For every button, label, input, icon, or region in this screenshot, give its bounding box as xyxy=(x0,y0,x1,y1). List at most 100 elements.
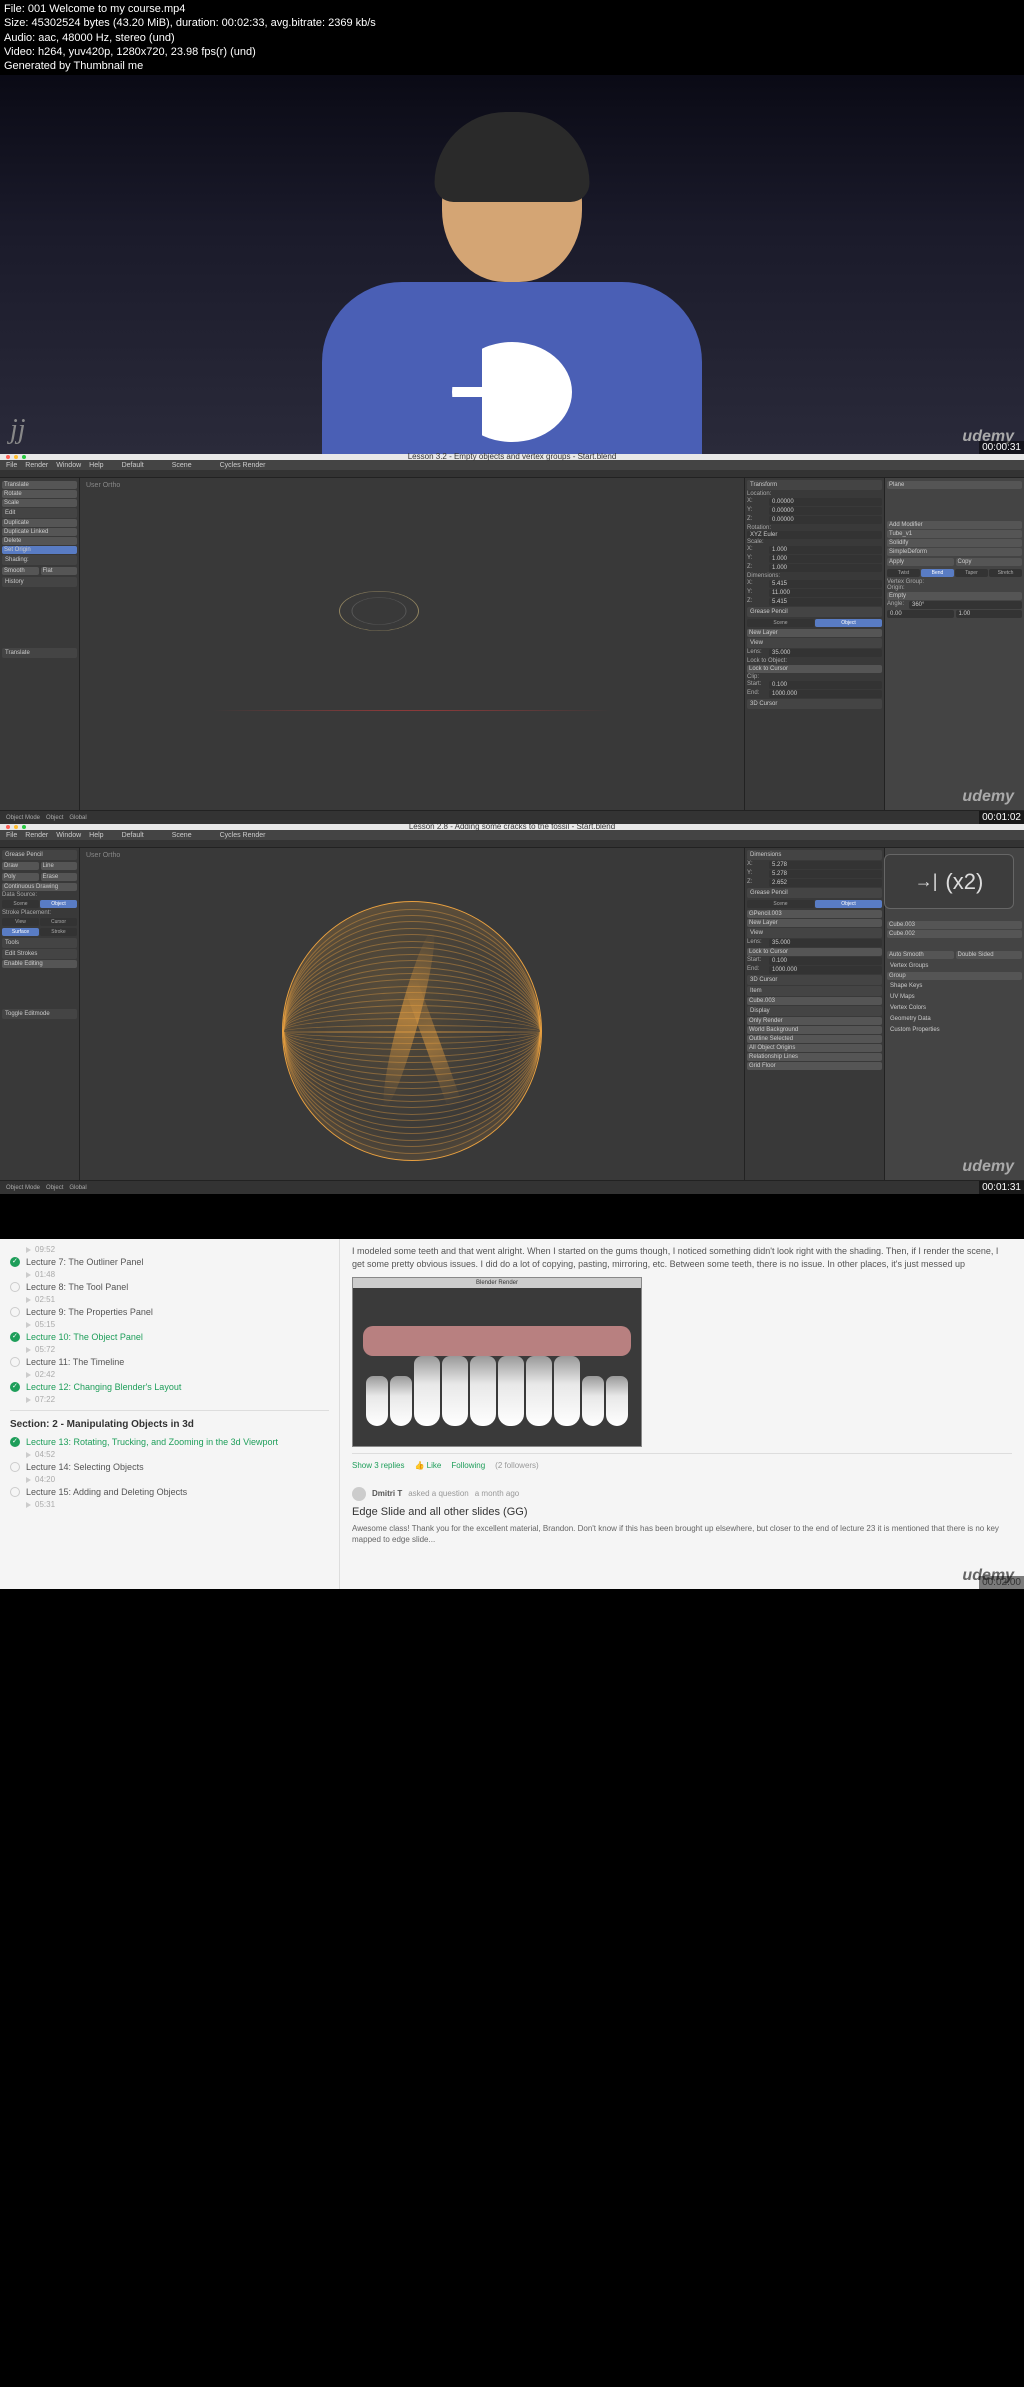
object-tab[interactable]: Object xyxy=(815,619,882,627)
copy-button[interactable]: Copy xyxy=(956,558,1023,566)
loc-x[interactable]: 0.00000 xyxy=(769,498,882,506)
dim-x[interactable]: 5.278 xyxy=(769,861,882,869)
lecture-item[interactable]: Lecture 7: The Outliner Panel xyxy=(10,1254,329,1270)
like-button[interactable]: Like xyxy=(427,1461,442,1470)
object-mode-selector[interactable]: Object Mode xyxy=(6,815,40,821)
geometry-data-header[interactable]: Geometry Data xyxy=(887,1014,1022,1024)
lecture-item[interactable]: Lecture 9: The Properties Panel xyxy=(10,1304,329,1320)
lecture-item[interactable]: Lecture 14: Selecting Objects xyxy=(10,1459,329,1475)
surface-tab[interactable]: Surface xyxy=(2,928,39,936)
outliner-cube1[interactable]: Cube.003 xyxy=(887,921,1022,929)
orientation[interactable]: Global xyxy=(69,1185,86,1191)
object-mode-selector[interactable]: Object Mode xyxy=(6,1185,40,1191)
clip-end[interactable]: 1000.000 xyxy=(769,690,882,698)
object-menu[interactable]: Object xyxy=(46,815,63,821)
menu-file[interactable]: File xyxy=(6,832,17,839)
gpencil-data[interactable]: GPencil.003 xyxy=(747,910,882,918)
bend-tab[interactable]: Bend xyxy=(921,569,954,577)
erase-button[interactable]: Erase xyxy=(41,873,78,881)
clip-start[interactable]: 0.100 xyxy=(769,681,882,689)
new-layer-button[interactable]: New Layer xyxy=(747,919,882,927)
scale-button[interactable]: Scale xyxy=(2,499,77,507)
scene-tab[interactable]: Scene xyxy=(747,900,814,908)
clip-end[interactable]: 1000.000 xyxy=(769,966,882,974)
menu-file[interactable]: File xyxy=(6,462,17,469)
lecture-item[interactable]: Lecture 13: Rotating, Trucking, and Zoom… xyxy=(10,1434,329,1450)
continuous-checkbox[interactable]: Continuous Drawing xyxy=(2,883,77,891)
scene-selector[interactable]: Scene xyxy=(172,462,192,469)
double-sided[interactable]: Double Sided xyxy=(956,951,1023,959)
relationship-check[interactable]: Relationship Lines xyxy=(747,1053,882,1061)
new-layer-button[interactable]: New Layer xyxy=(747,629,882,637)
clip-start[interactable]: 0.100 xyxy=(769,957,882,965)
maximize-icon[interactable] xyxy=(22,825,26,829)
enable-editing[interactable]: Enable Editing xyxy=(2,960,77,968)
outliner-plane[interactable]: Plane xyxy=(887,481,1022,489)
close-icon[interactable] xyxy=(6,825,10,829)
group-item[interactable]: Group xyxy=(887,972,1022,980)
view-header[interactable]: View xyxy=(747,928,882,938)
scene-selector[interactable]: Scene xyxy=(172,832,192,839)
rotate-button[interactable]: Rotate xyxy=(2,490,77,498)
grease-header[interactable]: Grease Pencil xyxy=(747,888,882,898)
angle-val[interactable]: 360° xyxy=(909,601,1022,609)
minimize-icon[interactable] xyxy=(14,455,18,459)
maximize-icon[interactable] xyxy=(22,455,26,459)
minimize-icon[interactable] xyxy=(14,825,18,829)
duplicate-linked-button[interactable]: Duplicate Linked xyxy=(2,528,77,536)
shape-keys-header[interactable]: Shape Keys xyxy=(887,981,1022,991)
menu-render[interactable]: Render xyxy=(25,832,48,839)
orientation[interactable]: Global xyxy=(69,815,86,821)
toggle-editmode[interactable]: Toggle Editmode xyxy=(2,1009,77,1019)
dim-z[interactable]: 2.652 xyxy=(769,879,882,887)
set-origin-button[interactable]: Set Origin xyxy=(2,546,77,554)
outliner-cube2[interactable]: Cube.002 xyxy=(887,930,1022,938)
menu-window[interactable]: Window xyxy=(56,462,81,469)
transform-header[interactable]: Transform xyxy=(747,480,882,490)
scene-tab[interactable]: Scene xyxy=(747,619,814,627)
layout-selector[interactable]: Default xyxy=(122,832,144,839)
duplicate-button[interactable]: Duplicate xyxy=(2,519,77,527)
show-replies-link[interactable]: Show 3 replies xyxy=(352,1460,404,1471)
3d-viewport[interactable]: User Ortho xyxy=(80,478,744,810)
lecture-item[interactable]: Lecture 15: Adding and Deleting Objects xyxy=(10,1484,329,1500)
flat-button[interactable]: Flat xyxy=(41,567,78,575)
world-bg-check[interactable]: World Background xyxy=(747,1026,882,1034)
taper-tab[interactable]: Taper xyxy=(955,569,988,577)
menu-help[interactable]: Help xyxy=(89,462,103,469)
loc-y[interactable]: 0.00000 xyxy=(769,507,882,515)
scale-z[interactable]: 1.000 xyxy=(769,564,882,572)
object-tab[interactable]: Object xyxy=(815,900,882,908)
rot-mode[interactable]: XYZ Euler xyxy=(747,531,882,539)
layout-selector[interactable]: Default xyxy=(122,462,144,469)
only-render-check[interactable]: Only Render xyxy=(747,1017,882,1025)
translate-button[interactable]: Translate xyxy=(2,481,77,489)
lock-cursor[interactable]: Lock to Cursor xyxy=(747,948,882,956)
lecture-item[interactable]: Lecture 12: Changing Blender's Layout xyxy=(10,1379,329,1395)
dim-y[interactable]: 5.278 xyxy=(769,870,882,878)
vertex-groups-header[interactable]: Vertex Groups xyxy=(887,961,1022,971)
lecture-item[interactable]: Lecture 11: The Timeline xyxy=(10,1354,329,1370)
following-button[interactable]: Following xyxy=(451,1460,485,1471)
render-engine[interactable]: Cycles Render xyxy=(220,832,266,839)
section-header[interactable]: Section: 2 - Manipulating Objects in 3d xyxy=(10,1410,329,1434)
apply-button[interactable]: Apply xyxy=(887,558,954,566)
cursor-tab[interactable]: Cursor xyxy=(40,918,77,926)
menu-render[interactable]: Render xyxy=(25,462,48,469)
close-icon[interactable] xyxy=(6,455,10,459)
dim-x[interactable]: 5.415 xyxy=(769,580,882,588)
item-header[interactable]: Item xyxy=(747,986,882,996)
limit-high[interactable]: 1.00 xyxy=(956,610,1023,618)
grease-pencil-header[interactable]: Grease Pencil xyxy=(747,607,882,617)
poly-button[interactable]: Poly xyxy=(2,873,39,881)
draw-button[interactable]: Draw xyxy=(2,862,39,870)
object-menu[interactable]: Object xyxy=(46,1185,63,1191)
3d-viewport[interactable]: User Ortho xyxy=(80,848,744,1180)
scale-y[interactable]: 1.000 xyxy=(769,555,882,563)
menu-window[interactable]: Window xyxy=(56,832,81,839)
username[interactable]: Dmitri T xyxy=(372,1488,402,1499)
stroke-tab[interactable]: Stroke xyxy=(40,928,77,936)
view-header[interactable]: View xyxy=(747,638,882,648)
modifier-solidify[interactable]: Solidify xyxy=(887,539,1022,547)
lens-val[interactable]: 35.000 xyxy=(769,939,882,947)
